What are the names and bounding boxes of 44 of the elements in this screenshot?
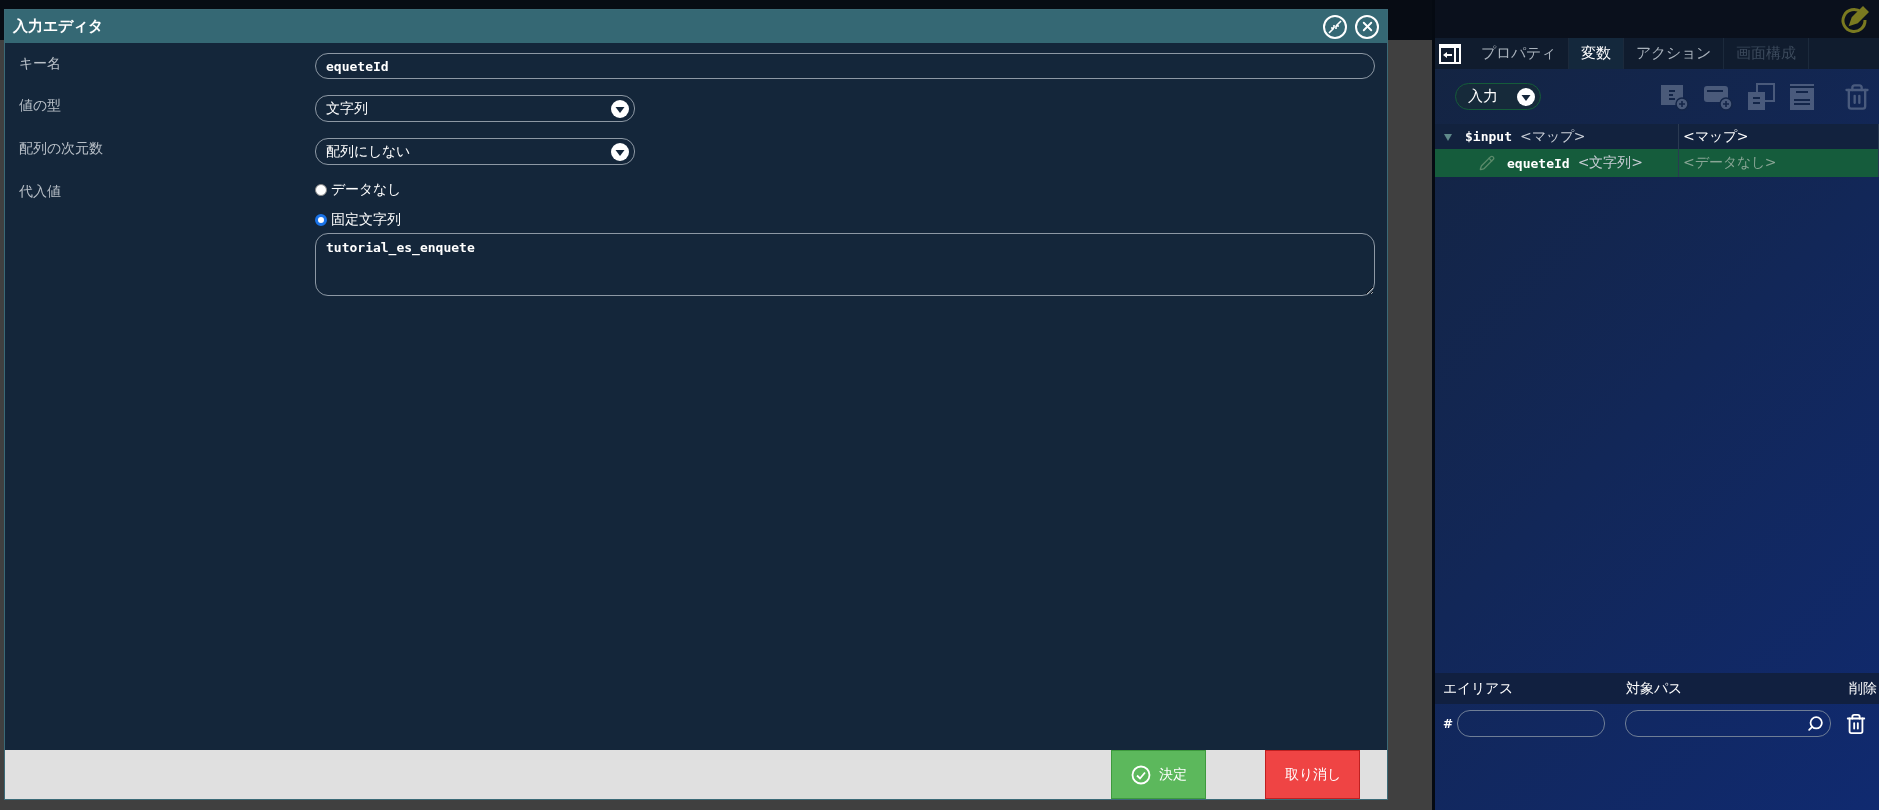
- json-file-icon[interactable]: [1789, 82, 1815, 111]
- panel-tab[interactable]: 変数: [1569, 38, 1624, 69]
- dialog-title: 入力エディタ: [13, 17, 104, 36]
- radio-option[interactable]: 固定文字列: [315, 211, 1375, 229]
- field-label: 配列の次元数: [19, 139, 104, 158]
- value-type-select[interactable]: 文字列: [315, 95, 635, 122]
- tree-row[interactable]: equeteId <文字列> <データなし>: [1435, 149, 1879, 177]
- trash-icon[interactable]: [1845, 713, 1868, 735]
- copy-variable-icon[interactable]: [1747, 82, 1775, 111]
- dropdown-caret-icon: [1517, 87, 1535, 106]
- field-label: 値の型: [19, 96, 62, 115]
- tree-row[interactable]: $input <マップ> <マップ>: [1435, 124, 1879, 149]
- cancel-button[interactable]: 取り消し: [1265, 750, 1360, 799]
- panel-toggle-icon[interactable]: [1439, 44, 1461, 64]
- dropdown-caret-icon: [611, 142, 629, 161]
- radio-option[interactable]: データなし: [315, 181, 1375, 199]
- pencil-icon: [1479, 155, 1495, 171]
- dropdown-caret-icon: [611, 99, 629, 118]
- variable-name: equeteId: [1507, 155, 1570, 171]
- variable-value: <データなし>: [1682, 154, 1777, 172]
- close-button[interactable]: [1355, 14, 1379, 39]
- column-header: エイリアス: [1443, 679, 1514, 698]
- scope-dropdown[interactable]: 入力: [1455, 83, 1541, 110]
- expand-arrow-icon[interactable]: [1443, 131, 1453, 142]
- column-header: 削除: [1849, 679, 1878, 698]
- add-variable-icon[interactable]: [1659, 82, 1689, 111]
- column-header: 対象パス: [1626, 679, 1683, 698]
- fixed-string-textarea[interactable]: tutorial_es_enquete: [315, 233, 1375, 296]
- field-label: 代入値: [19, 182, 62, 201]
- path-input[interactable]: [1625, 710, 1832, 737]
- variable-value: <マップ>: [1682, 127, 1749, 146]
- field-label: キー名: [19, 54, 62, 73]
- alias-input[interactable]: [1457, 710, 1606, 737]
- variable-type: <文字列>: [1577, 154, 1644, 172]
- variable-type: <マップ>: [1519, 127, 1586, 146]
- collapse-arrows-icon: [1328, 19, 1342, 34]
- search-icon[interactable]: [1807, 715, 1825, 732]
- variable-name: $input: [1465, 129, 1512, 144]
- check-circle-icon: [1130, 764, 1151, 785]
- array-dimension-select[interactable]: 配列にしない: [315, 138, 635, 165]
- minimize-button[interactable]: [1323, 14, 1347, 39]
- edit-icon[interactable]: [1839, 4, 1869, 34]
- row-mark: #: [1443, 717, 1454, 731]
- key-name-input[interactable]: equeteId: [315, 53, 1375, 79]
